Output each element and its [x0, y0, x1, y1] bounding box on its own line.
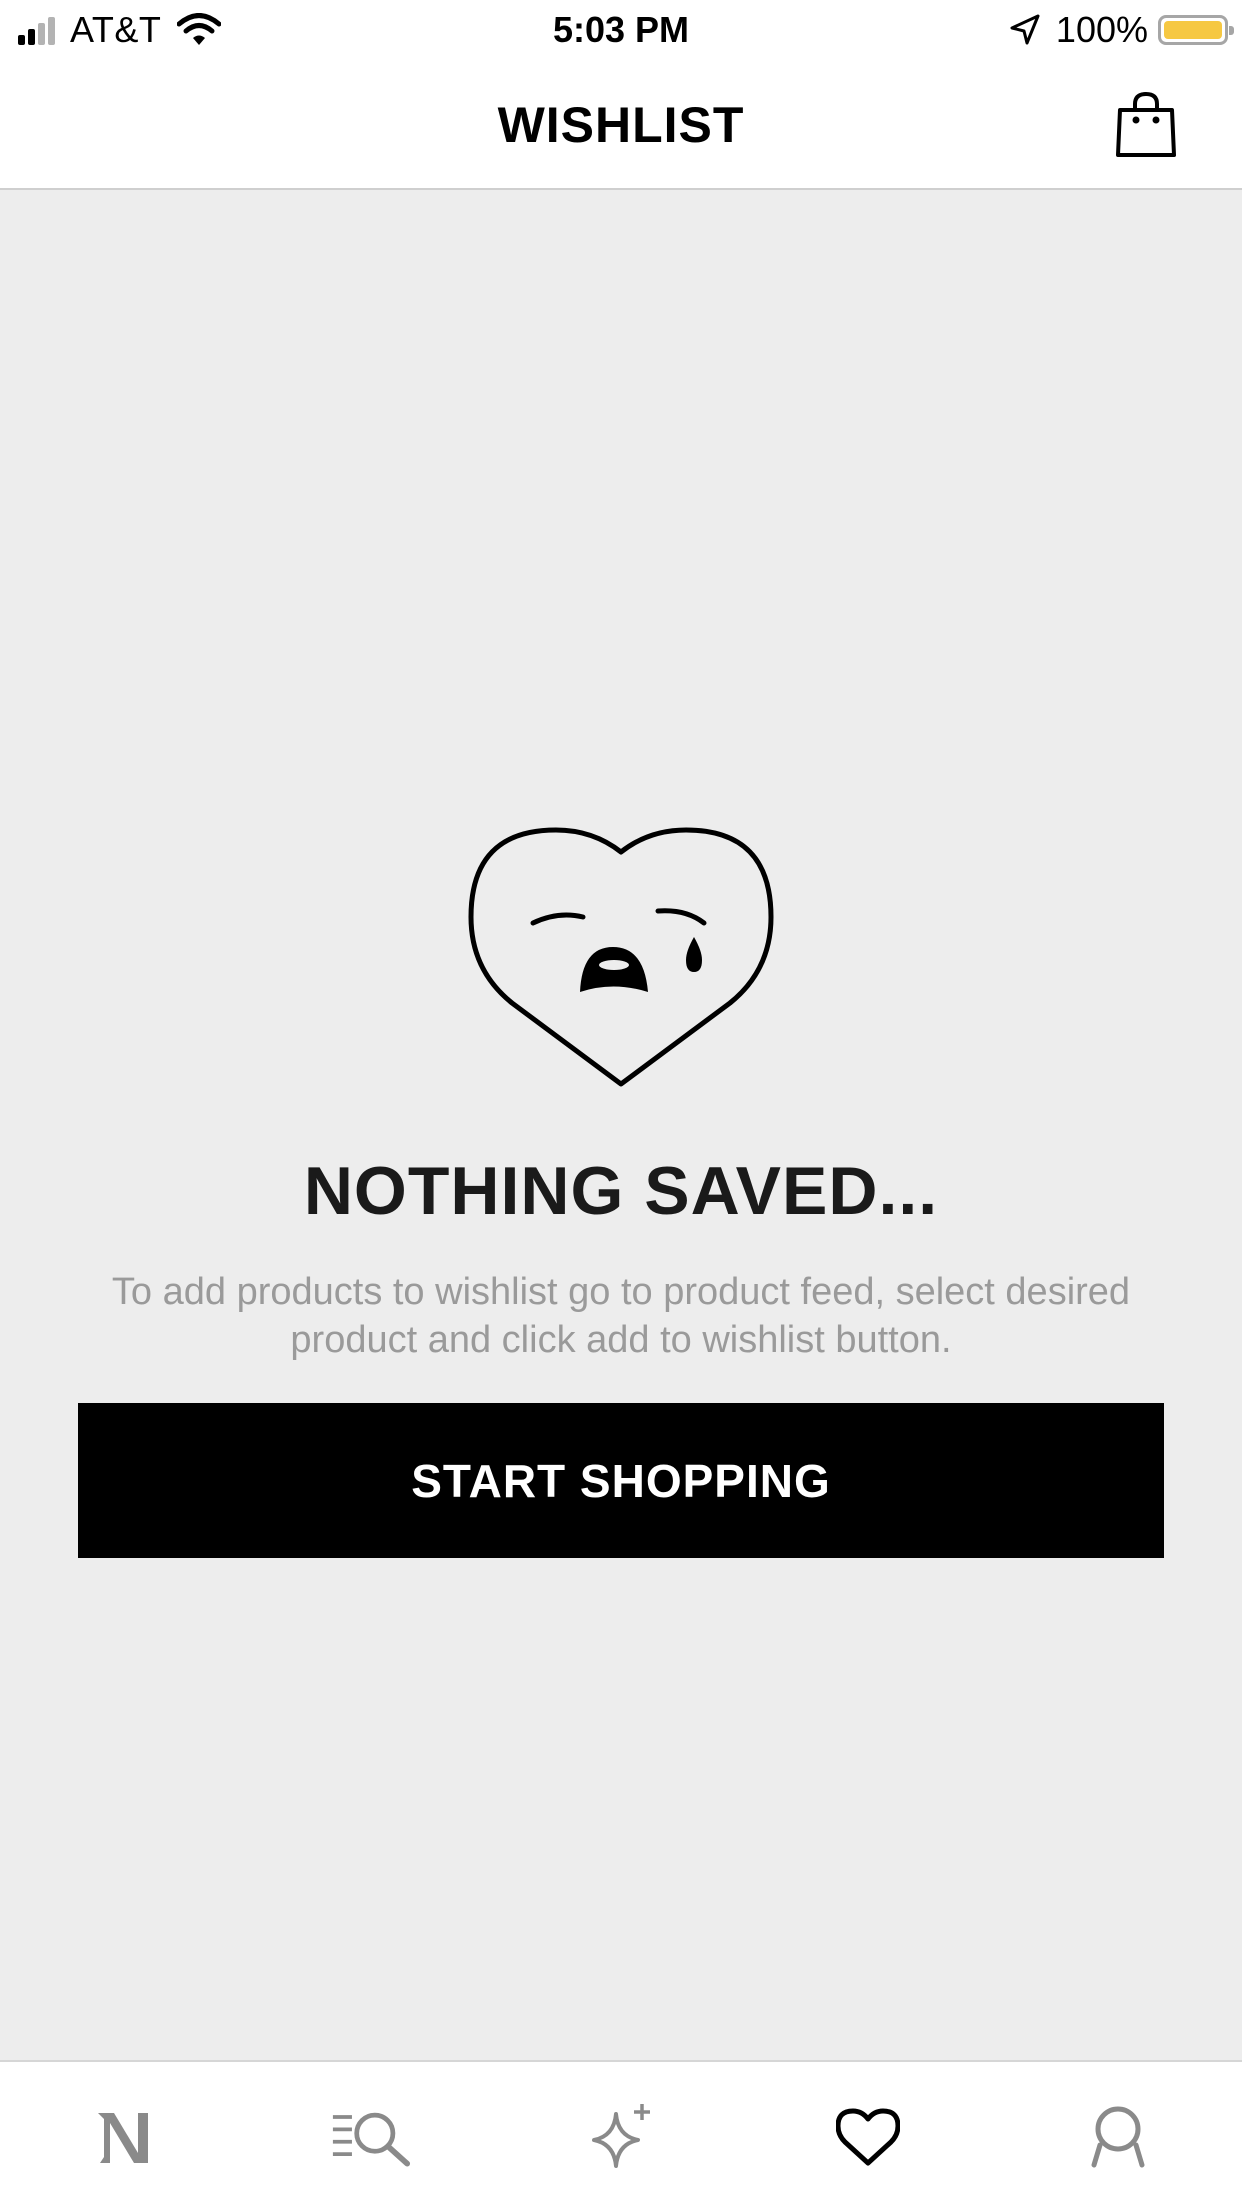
empty-state-title: NOTHING SAVED...	[303, 1153, 939, 1229]
header: WISHLIST	[0, 60, 1242, 190]
shopping-bag-button[interactable]	[1116, 91, 1176, 158]
tab-catalog[interactable]	[331, 2102, 411, 2172]
tab-discover[interactable]	[581, 2102, 661, 2172]
brand-logo-n-icon	[98, 2113, 148, 2163]
heart-icon	[836, 2108, 900, 2166]
start-shopping-button[interactable]: START SHOPPING	[78, 1403, 1164, 1558]
tab-home[interactable]	[84, 2102, 164, 2172]
battery-icon	[1158, 15, 1234, 45]
profile-icon	[1091, 2106, 1145, 2168]
catalog-search-icon	[332, 2112, 411, 2167]
tab-wishlist[interactable]	[828, 2102, 908, 2172]
tab-profile[interactable]	[1078, 2102, 1158, 2172]
tab-bar	[0, 2060, 1242, 2208]
battery-percentage: 100%	[1055, 9, 1148, 50]
empty-state-description: To add products to wishlist go to produc…	[111, 1271, 1131, 1361]
sparkle-icon	[592, 2104, 650, 2168]
status-bar: AT&T 5:03 PM 100%	[0, 0, 1242, 60]
status-right: 100%	[1008, 8, 1234, 52]
crying-heart-icon	[468, 827, 774, 1087]
page-title: WISHLIST	[497, 97, 745, 153]
location-arrow-icon	[1010, 14, 1040, 45]
shopping-bag-icon	[1116, 91, 1176, 157]
